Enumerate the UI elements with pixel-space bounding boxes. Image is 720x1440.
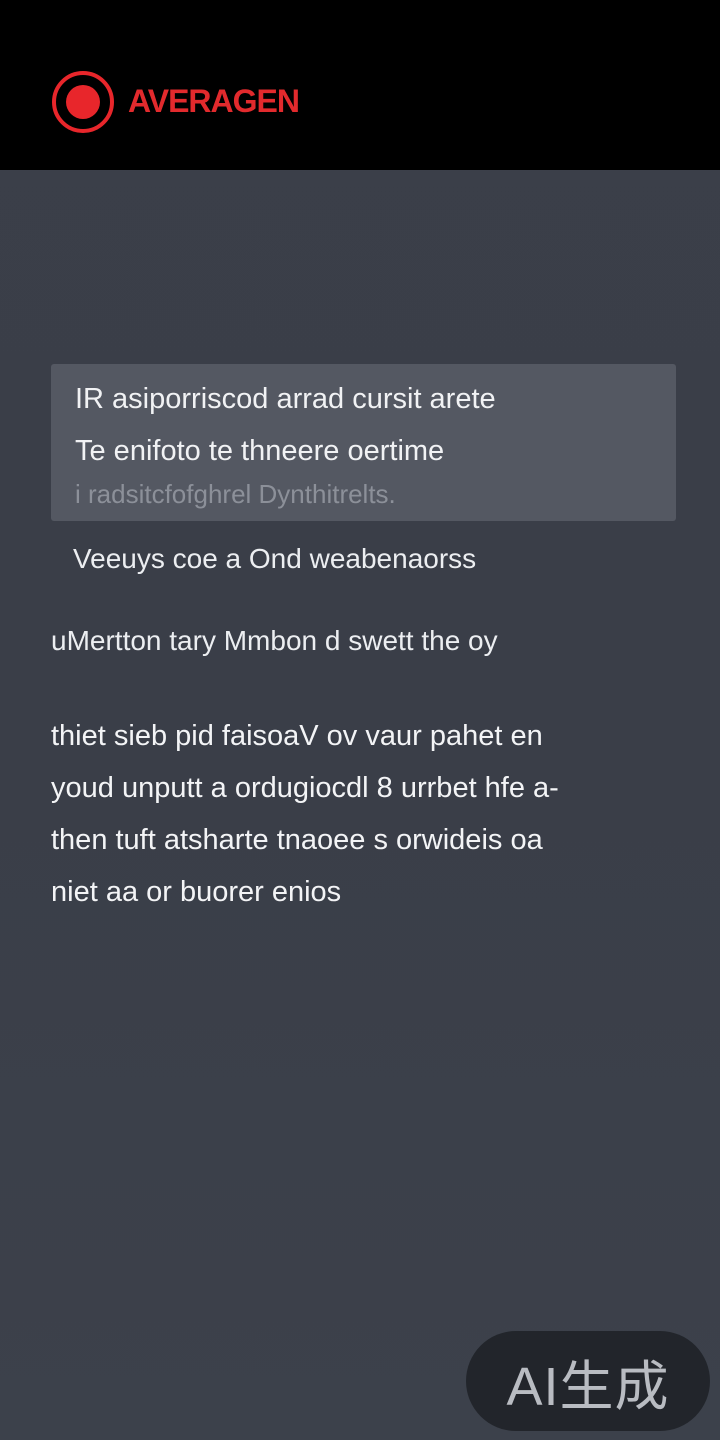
tagline: uMertton tary Mmbon d swett the oy — [51, 625, 498, 656]
paragraph-line: youd unputt a ordugiocdl 8 urrbet hfe a- — [51, 772, 559, 804]
paragraph-line: then tuft atsharte tnaoee s orwideis oa — [51, 824, 543, 856]
body-paragraph: thiet sieb pid faisoaV ov vaur pahet en … — [51, 710, 691, 918]
card-line-2: Te enifoto te thneere oertime — [75, 435, 445, 467]
app-title: AVERAGEN — [128, 83, 300, 119]
record-icon — [52, 71, 114, 133]
subheading: Veeuys coe a Ond weabenaorss — [73, 543, 477, 574]
info-card: IR asiporriscod arrad cursit arete Te en… — [51, 364, 676, 521]
app-header: AVERAGEN — [0, 0, 720, 170]
paragraph-line: thiet sieb pid faisoaV ov vaur pahet en — [51, 720, 543, 752]
ai-generated-badge: AI生成 — [466, 1331, 710, 1431]
record-dot — [66, 85, 100, 119]
card-line-1: IR asiporriscod arrad cursit arete — [75, 383, 496, 415]
paragraph-line: niet aa or buorer enios — [51, 876, 342, 908]
card-line-3: i radsitcfofghrel Dynthitrelts. — [75, 479, 396, 509]
ai-badge-label: AI生成 — [506, 1356, 670, 1417]
